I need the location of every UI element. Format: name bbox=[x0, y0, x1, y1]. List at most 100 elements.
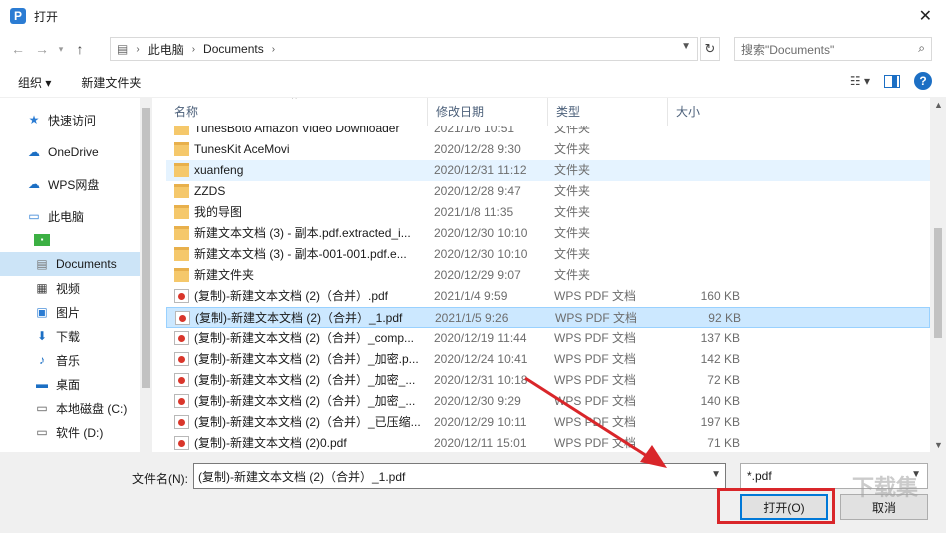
breadcrumb-this-pc[interactable]: 此电脑 bbox=[148, 41, 184, 58]
file-date: 2021/1/4 9:59 bbox=[434, 289, 508, 303]
close-icon[interactable]: ✕ bbox=[919, 6, 932, 26]
folder-row[interactable]: TunesKit AceMovi 2020/12/28 9:30 文件夹 bbox=[166, 139, 930, 160]
column-size[interactable]: 大小 bbox=[668, 98, 748, 126]
file-type-value: *.pdf bbox=[747, 469, 772, 483]
view-options-icon[interactable]: ☷ ▾ bbox=[850, 74, 870, 88]
file-row[interactable]: (复制)-新建文本文档 (2)（合并）.pdf 2021/1/4 9:59 WPS … bbox=[166, 286, 930, 307]
file-name: (复制)-新建文本文档 (2)（合并）_加密.p... bbox=[194, 352, 419, 366]
file-date: 2020/12/29 9:07 bbox=[434, 268, 521, 282]
folder-row[interactable]: 我的导图 2021/1/8 11:35 文件夹 bbox=[166, 202, 930, 223]
pdf-file-icon bbox=[174, 394, 189, 408]
file-row[interactable]: (复制)-新建文本文档 (2)0.pdf 2020/12/11 15:01 WPS … bbox=[166, 433, 930, 452]
file-row[interactable]: (复制)-新建文本文档 (2)（合并）_comp... 2020/12/19 11… bbox=[166, 328, 930, 349]
file-date: 2020/12/31 10:18 bbox=[434, 373, 528, 387]
preview-pane-icon[interactable] bbox=[884, 74, 900, 88]
file-date: 2020/12/28 9:30 bbox=[434, 142, 521, 156]
file-size: 137 KB bbox=[700, 331, 740, 345]
scroll-up-icon[interactable]: ▲ bbox=[934, 100, 943, 110]
pdf-file-icon bbox=[174, 415, 189, 429]
chevron-right-icon[interactable]: › bbox=[192, 44, 195, 55]
sidebar-scroll-thumb[interactable] bbox=[142, 108, 150, 388]
drive-icon: ▭ bbox=[36, 425, 48, 439]
chevron-down-icon[interactable]: ▼ bbox=[681, 41, 691, 52]
file-size: 160 KB bbox=[700, 289, 740, 303]
file-row[interactable]: (复制)-新建文本文档 (2)（合并）_加密_... 2020/12/31 10:… bbox=[166, 370, 930, 391]
sidebar-item-app[interactable]: ▪ bbox=[0, 228, 152, 252]
sidebar-item-quick-access[interactable]: ★ 快速访问 bbox=[0, 108, 152, 132]
pdf-file-icon bbox=[174, 373, 189, 387]
filename-input[interactable]: (复制)-新建文本文档 (2)（合并）_1.pdf ▼ bbox=[193, 463, 726, 489]
cloud-icon: ☁ bbox=[28, 177, 40, 191]
document-icon: ▤ bbox=[36, 257, 48, 271]
column-name[interactable]: 名称 bbox=[166, 98, 428, 126]
file-name: (复制)-新建文本文档 (2)0.pdf bbox=[194, 436, 347, 450]
recent-dropdown-icon[interactable]: ▾ bbox=[54, 44, 68, 55]
sidebar-item-wps-cloud[interactable]: ☁ WPS网盘 bbox=[0, 172, 152, 196]
refresh-button[interactable]: ↻ bbox=[700, 37, 720, 61]
file-row[interactable]: (复制)-新建文本文档 (2)（合并）_已压缩... 2020/12/29 10:… bbox=[166, 412, 930, 433]
file-size: 197 KB bbox=[700, 415, 740, 429]
search-icon[interactable]: ⌕ bbox=[918, 41, 925, 56]
sidebar-item-onedrive[interactable]: ☁ OneDrive bbox=[0, 140, 152, 164]
sidebar-item-drive-d[interactable]: ▭ 软件 (D:) bbox=[0, 420, 152, 444]
file-size bbox=[666, 223, 740, 244]
file-list: TunesBoto Amazon Video Downloader 2021/1/… bbox=[166, 98, 930, 452]
file-date: 2020/12/29 10:11 bbox=[434, 415, 527, 429]
help-icon[interactable]: ? bbox=[914, 72, 932, 90]
file-size bbox=[666, 181, 740, 202]
file-list-scrollbar[interactable]: ▲ ▼ bbox=[930, 98, 946, 452]
pdf-file-icon bbox=[174, 331, 189, 345]
sidebar-item-downloads[interactable]: ⬇ 下载 bbox=[0, 324, 152, 348]
file-name: 我的导图 bbox=[194, 205, 243, 219]
file-row[interactable]: (复制)-新建文本文档 (2)（合并）_1.pdf 2021/1/5 9:26 WP… bbox=[166, 307, 930, 328]
music-icon: ♪ bbox=[39, 353, 45, 367]
back-arrow-icon[interactable]: ← bbox=[6, 41, 30, 57]
column-type[interactable]: 类型 bbox=[548, 98, 668, 126]
folder-row[interactable]: 新建文本文档 (3) - 副本-001-001.pdf.e... 2020/12/… bbox=[166, 244, 930, 265]
wps-app-icon: P bbox=[10, 8, 26, 24]
pdf-file-icon bbox=[175, 311, 190, 325]
file-name: 新建文本文档 (3) - 副本-001-001.pdf.e... bbox=[194, 247, 407, 261]
folder-icon bbox=[174, 205, 189, 219]
sidebar-item-documents[interactable]: ▤ Documents bbox=[0, 252, 152, 276]
file-row[interactable]: (复制)-新建文本文档 (2)（合并）_加密_... 2020/12/30 9:2… bbox=[166, 391, 930, 412]
up-arrow-icon[interactable]: ↑ bbox=[68, 41, 92, 57]
folder-row[interactable]: 新建文件夹 2020/12/29 9:07 文件夹 bbox=[166, 265, 930, 286]
folder-row[interactable]: ZZDS 2020/12/28 9:47 文件夹 bbox=[166, 181, 930, 202]
sidebar-scrollbar[interactable] bbox=[140, 98, 152, 452]
sidebar-item-pictures[interactable]: ▣ 图片 bbox=[0, 300, 152, 324]
file-size: 92 KB bbox=[708, 311, 741, 325]
folder-icon bbox=[174, 268, 189, 282]
file-date: 2021/1/5 9:26 bbox=[435, 311, 509, 325]
file-list-scroll-thumb[interactable] bbox=[934, 228, 942, 338]
file-type: 文件夹 bbox=[554, 163, 591, 177]
chevron-right-icon[interactable]: › bbox=[272, 44, 275, 55]
watermark: 下载集 bbox=[851, 475, 918, 500]
breadcrumb-documents[interactable]: Documents bbox=[203, 42, 264, 56]
organize-button[interactable]: 组织 ▾ bbox=[18, 74, 51, 91]
column-date[interactable]: 修改日期 bbox=[428, 98, 548, 126]
sidebar-item-drive-c[interactable]: ▭ 本地磁盘 (C:) bbox=[0, 396, 152, 420]
chevron-down-icon[interactable]: ▼ bbox=[711, 469, 721, 480]
forward-arrow-icon[interactable]: → bbox=[30, 41, 54, 57]
folder-row[interactable]: 新建文本文档 (3) - 副本.pdf.extracted_i... 2020/1… bbox=[166, 223, 930, 244]
scroll-down-icon[interactable]: ▼ bbox=[934, 440, 943, 450]
filename-value: (复制)-新建文本文档 (2)（合并）_1.pdf bbox=[198, 469, 406, 484]
search-input[interactable]: 搜索"Documents" ⌕ bbox=[734, 37, 932, 61]
file-name: ZZDS bbox=[194, 184, 226, 198]
address-input[interactable]: ▤ › 此电脑 › Documents › ▼ bbox=[110, 37, 698, 61]
video-icon: ▦ bbox=[36, 281, 48, 295]
sidebar-item-desktop[interactable]: ▬ 桌面 bbox=[0, 372, 152, 396]
file-date: 2021/1/8 11:35 bbox=[434, 205, 514, 219]
chevron-right-icon[interactable]: › bbox=[136, 44, 139, 55]
sidebar-item-music[interactable]: ♪ 音乐 bbox=[0, 348, 152, 372]
drive-icon: ▭ bbox=[36, 401, 48, 415]
sidebar-item-videos[interactable]: ▦ 视频 bbox=[0, 276, 152, 300]
file-row[interactable]: (复制)-新建文本文档 (2)（合并）_加密.p... 2020/12/24 10… bbox=[166, 349, 930, 370]
file-type: WPS PDF 文档 bbox=[554, 352, 637, 366]
new-folder-button[interactable]: 新建文件夹 bbox=[81, 74, 141, 91]
file-date: 2020/12/11 15:01 bbox=[434, 436, 527, 450]
file-type: 文件夹 bbox=[554, 184, 591, 198]
folder-row[interactable]: xuanfeng 2020/12/31 11:12 文件夹 bbox=[166, 160, 930, 181]
sidebar-item-this-pc[interactable]: ▭ 此电脑 bbox=[0, 204, 152, 228]
